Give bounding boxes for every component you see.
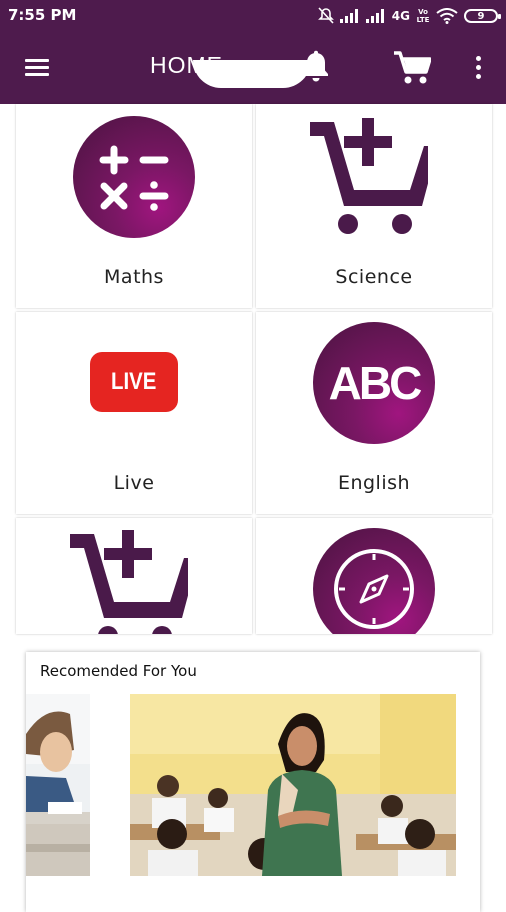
category-science[interactable]: Science: [256, 104, 492, 308]
status-bar: 7:55 PM 4G Vo LTE 9: [0, 0, 506, 32]
bell-icon[interactable]: [300, 50, 332, 84]
recommended-thumbnail-2[interactable]: [130, 694, 456, 876]
live-badge-icon: LIVE: [90, 352, 178, 412]
category-maths[interactable]: Maths: [16, 104, 252, 308]
page-title: HOME: [150, 52, 223, 78]
compass-icon: [313, 528, 435, 634]
cart-icon[interactable]: [393, 50, 431, 86]
cart-plus-icon: [310, 118, 428, 234]
category-label: Maths: [104, 266, 164, 288]
category-live[interactable]: LIVE Live: [16, 312, 252, 514]
volte-indicator: Vo LTE: [416, 8, 430, 24]
cart-plus-icon: [70, 530, 188, 634]
category-english[interactable]: ABC English: [256, 312, 492, 514]
network-type: 4G: [391, 9, 410, 23]
notifications-off-icon: [317, 7, 334, 24]
category-label: English: [337, 472, 411, 494]
recommended-section: Recomended For You: [26, 652, 480, 912]
more-options-icon[interactable]: [470, 54, 486, 82]
math-operations-icon: [73, 116, 195, 238]
category-label: Live: [113, 472, 155, 494]
category-label: Science: [335, 266, 413, 288]
menu-icon[interactable]: [22, 56, 52, 80]
abc-icon: ABC: [313, 322, 435, 444]
status-time: 7:55 PM: [8, 6, 77, 24]
battery-icon: 9: [464, 9, 501, 23]
category-tile-6[interactable]: [256, 518, 492, 634]
live-badge-text: LIVE: [111, 368, 157, 395]
signal-icon-2: [365, 9, 384, 23]
category-tile-5[interactable]: [16, 518, 252, 634]
recommended-title: Recomended For You: [40, 662, 197, 680]
battery-level: 9: [477, 10, 485, 22]
signal-icon: [339, 9, 358, 23]
abc-icon-text: ABC: [328, 357, 423, 409]
recommended-thumbnail-1[interactable]: [26, 694, 90, 876]
wifi-icon: [436, 8, 458, 24]
